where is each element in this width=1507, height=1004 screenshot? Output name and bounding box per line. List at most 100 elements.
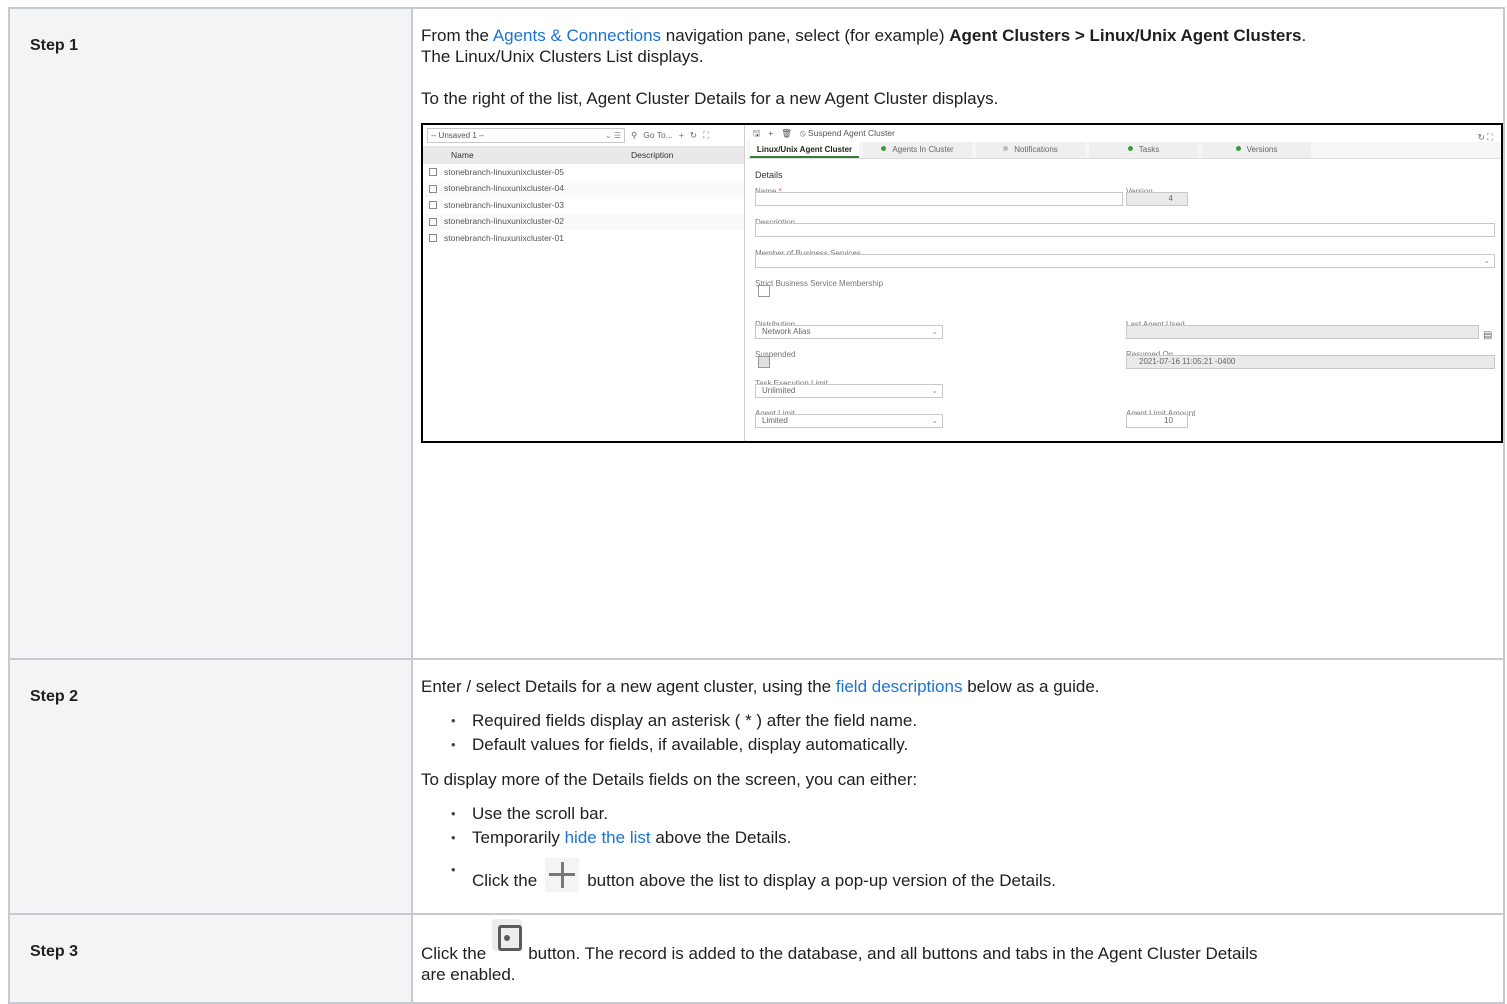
search-icon[interactable]: ⚲ bbox=[631, 125, 637, 146]
chevron-down-icon: ⌄ ☰ bbox=[604, 131, 621, 140]
step3-text-end: button. The record is added to the datab… bbox=[528, 944, 1258, 963]
bullet-text-end: above the Details. bbox=[650, 828, 792, 847]
tab-versions[interactable]: Versions bbox=[1202, 142, 1311, 158]
save-icon bbox=[492, 919, 523, 951]
status-dot-icon bbox=[1127, 146, 1133, 151]
tab-agents-in-cluster[interactable]: Agents In Cluster bbox=[863, 142, 972, 158]
step1-text: From the bbox=[421, 26, 493, 45]
step-body-2: Enter / select Details for a new agent c… bbox=[411, 658, 1505, 915]
tab-tasks[interactable]: Tasks bbox=[1089, 142, 1198, 158]
chevron-down-icon: ⌄ bbox=[1483, 256, 1490, 265]
resumed-on-field: 2021-07-16 11:05:21 -0400 bbox=[1126, 355, 1495, 369]
task-execution-limit-select[interactable]: Unlimited ⌄ bbox=[755, 384, 943, 398]
suspend-label: Suspend Agent Cluster bbox=[807, 128, 895, 138]
chevron-down-icon: ⌄ bbox=[931, 327, 938, 336]
details-form: Details Name * Version 4 Description Mem… bbox=[747, 159, 1501, 439]
last-agent-field bbox=[1126, 325, 1479, 339]
step2-paragraph-1: Enter / select Details for a new agent c… bbox=[421, 676, 1495, 697]
tab-label: Versions bbox=[1246, 145, 1278, 154]
list-item: Use the scroll bar. bbox=[421, 802, 1495, 826]
chevron-down-icon: ⌄ bbox=[931, 386, 938, 395]
step3-text: Click the bbox=[421, 944, 487, 963]
bullet-text: Temporarily bbox=[472, 828, 565, 847]
step-label-3: Step 3 bbox=[8, 913, 413, 1004]
list-icon[interactable]: ▤ bbox=[1483, 325, 1492, 346]
step-row-1: Step 1 From the Agents & Connections nav… bbox=[8, 7, 1505, 660]
list-item[interactable]: stonebranch-linuxunixcluster-01 bbox=[423, 230, 744, 247]
filter-select[interactable]: -- Unsaved 1 -- ⌄ ☰ bbox=[427, 128, 625, 143]
goto-button[interactable]: Go To... bbox=[643, 125, 673, 146]
tab-notifications[interactable]: Notifications bbox=[976, 142, 1085, 158]
name-field[interactable] bbox=[755, 192, 1123, 206]
hide-the-list-link[interactable]: hide the list bbox=[565, 828, 651, 847]
step2-bullets-1: Required fields display an asterisk ( * … bbox=[421, 709, 1495, 757]
tab-label: Agents In Cluster bbox=[892, 145, 954, 154]
distribution-select[interactable]: Network Alias ⌄ bbox=[755, 325, 943, 339]
tab-label: Tasks bbox=[1138, 145, 1160, 154]
expand-icon[interactable]: ⛶ bbox=[703, 125, 709, 146]
step1-text-end: . bbox=[1301, 26, 1307, 45]
add-icon[interactable]: + bbox=[768, 125, 773, 144]
step-body-1: From the Agents & Connections navigation… bbox=[411, 7, 1505, 660]
add-icon[interactable]: + bbox=[679, 125, 684, 146]
step1-nav-path: Agent Clusters > Linux/Unix Agent Cluste… bbox=[949, 26, 1302, 45]
list-item: Temporarily hide the list above the Deta… bbox=[421, 826, 1495, 850]
step2-text: Enter / select Details for a new agent c… bbox=[421, 677, 836, 696]
strict-membership-checkbox[interactable] bbox=[758, 285, 770, 297]
agent-limit-select[interactable]: Limited ⌄ bbox=[755, 414, 943, 428]
task-limit-value: Unlimited bbox=[762, 386, 796, 395]
record-icon bbox=[429, 217, 437, 226]
filter-value: -- Unsaved 1 -- bbox=[431, 131, 485, 140]
save-icon[interactable]: 🖫 bbox=[753, 125, 760, 144]
list-item: Click the button above the list to displa… bbox=[421, 858, 1495, 893]
agents-connections-link[interactable]: Agents & Connections bbox=[493, 26, 661, 45]
step3-paragraph: Click the button. The record is added to … bbox=[421, 919, 1495, 964]
record-icon bbox=[429, 168, 437, 177]
step3-paragraph-line2: are enabled. bbox=[421, 965, 516, 984]
step2-text-end: below as a guide. bbox=[962, 677, 1100, 696]
field-descriptions-link[interactable]: field descriptions bbox=[836, 677, 963, 696]
column-header-description[interactable]: Description bbox=[631, 145, 731, 166]
clusters-list-pane: -- Unsaved 1 -- ⌄ ☰ ⚲ Go To... + ↻ ⛶ Name… bbox=[423, 125, 745, 441]
refresh-icon[interactable]: ↻ ⛶ bbox=[1478, 127, 1493, 148]
step2-paragraph-2: To display more of the Details fields on… bbox=[421, 770, 918, 789]
version-field: 4 bbox=[1126, 192, 1188, 206]
step2-bullets-2: Use the scroll bar. Temporarily hide the… bbox=[421, 802, 1495, 893]
list-item-name: stonebranch-linuxunixcluster-01 bbox=[444, 232, 565, 243]
status-dot-icon bbox=[1003, 146, 1009, 151]
agent-limit-amount-field[interactable]: 10 bbox=[1126, 414, 1188, 428]
details-toolbar: 🖫 + 🗑 ⦸ Suspend Agent Cluster ↻ ⛶ bbox=[747, 125, 1501, 142]
suspended-checkbox bbox=[758, 356, 770, 368]
step1-text-mid: navigation pane, select (for example) bbox=[661, 26, 950, 45]
details-pane: 🖫 + 🗑 ⦸ Suspend Agent Cluster ↻ ⛶ Linux/… bbox=[747, 125, 1501, 441]
step1-paragraph-2: To the right of the list, Agent Cluster … bbox=[421, 89, 999, 108]
step-label-1: Step 1 bbox=[8, 7, 413, 660]
step-label-2: Step 2 bbox=[8, 658, 413, 915]
details-tabs: Linux/Unix Agent Cluster Agents In Clust… bbox=[747, 142, 1501, 159]
list-toolbar: -- Unsaved 1 -- ⌄ ☰ ⚲ Go To... + ↻ ⛶ bbox=[423, 125, 744, 147]
status-dot-icon bbox=[881, 146, 887, 151]
step-row-2: Step 2 Enter / select Details for a new … bbox=[8, 658, 1505, 915]
step-body-3: Click the button. The record is added to … bbox=[411, 913, 1505, 1004]
status-dot-icon bbox=[1235, 146, 1241, 151]
strict-membership-label: Strict Business Service Membership bbox=[755, 279, 884, 288]
refresh-icon[interactable]: ↻ bbox=[690, 125, 697, 146]
step1-paragraph-1: From the Agents & Connections navigation… bbox=[421, 25, 1495, 46]
member-business-services-select[interactable]: ⌄ bbox=[755, 254, 1495, 268]
chevron-down-icon: ⌄ bbox=[931, 416, 938, 425]
suspend-button[interactable]: ⦸ Suspend Agent Cluster bbox=[800, 125, 895, 144]
list-item: Required fields display an asterisk ( * … bbox=[421, 709, 1495, 733]
steps-table: Step 1 From the Agents & Connections nav… bbox=[8, 7, 1505, 1004]
agent-limit-value: Limited bbox=[762, 416, 788, 425]
list-item: Default values for fields, if available,… bbox=[421, 733, 1495, 757]
tab-linux-unix-agent-cluster[interactable]: Linux/Unix Agent Cluster bbox=[750, 142, 859, 158]
plus-icon bbox=[545, 858, 580, 892]
distribution-value: Network Alias bbox=[762, 327, 811, 336]
record-icon bbox=[429, 201, 437, 210]
tab-label: Notifications bbox=[1014, 145, 1058, 154]
description-field[interactable] bbox=[755, 223, 1495, 237]
agent-cluster-screenshot: -- Unsaved 1 -- ⌄ ☰ ⚲ Go To... + ↻ ⛶ Name… bbox=[421, 123, 1503, 443]
delete-icon[interactable]: 🗑 bbox=[781, 125, 792, 144]
record-icon bbox=[429, 234, 437, 243]
step1-paragraph-line2: The Linux/Unix Clusters List displays. bbox=[421, 47, 704, 66]
